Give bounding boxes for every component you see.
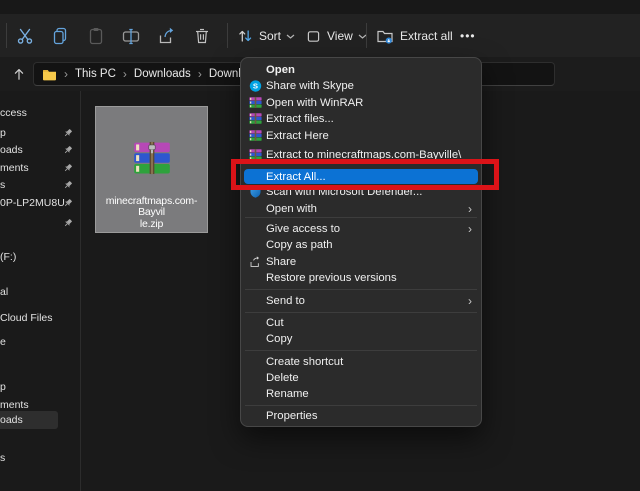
chevron-right-icon — [468, 222, 472, 236]
menu-separator — [245, 350, 477, 351]
view-icon — [305, 28, 322, 45]
winrar-icon — [249, 97, 262, 110]
navigate-up-button[interactable] — [8, 64, 30, 84]
pin-icon — [63, 128, 73, 138]
menu-separator — [245, 289, 477, 290]
toolbar-separator — [366, 23, 367, 48]
sidebar-item-documents[interactable]: ments — [0, 159, 78, 177]
menu-item-extract-files[interactable]: Extract files... — [241, 111, 481, 127]
menu-item-copy-as-path[interactable]: Copy as path — [241, 237, 481, 253]
winrar-icon — [249, 113, 262, 126]
toolbar-separator — [227, 23, 228, 48]
menu-item-copy[interactable]: Copy — [241, 331, 481, 347]
up-arrow-icon — [11, 66, 27, 82]
share-button[interactable] — [156, 25, 178, 47]
pin-icon — [63, 198, 73, 208]
sidebar-item-drive-f[interactable]: (F:) — [0, 248, 78, 266]
share-icon — [157, 26, 177, 46]
sidebar-item-pinned[interactable] — [0, 214, 78, 232]
breadcrumb-chevron-icon — [198, 68, 202, 80]
chevron-right-icon — [468, 294, 472, 308]
breadcrumb-chevron-icon — [64, 68, 68, 80]
extract-all-button[interactable]: Extract all — [373, 22, 455, 50]
menu-item-properties[interactable]: Properties — [241, 408, 481, 424]
copy-button[interactable] — [49, 25, 71, 47]
menu-item-create-shortcut[interactable]: Create shortcut — [241, 354, 481, 370]
context-menu: Open S Share with Skype Open with WinRAR… — [240, 57, 482, 427]
pin-icon — [63, 218, 73, 228]
sort-button[interactable]: Sort — [234, 22, 297, 50]
chevron-down-icon — [286, 33, 295, 40]
sidebar-item-desktop[interactable]: p — [0, 124, 78, 142]
sidebar-item-cloud-files[interactable]: Cloud Files — [0, 309, 78, 327]
sort-arrows-icon — [236, 27, 254, 45]
winrar-icon — [249, 130, 262, 143]
sidebar-item-downloads-selected[interactable]: oads — [0, 411, 58, 429]
menu-separator — [245, 312, 477, 313]
menu-item-delete[interactable]: Delete — [241, 370, 481, 386]
menu-item-open[interactable]: Open — [241, 62, 481, 78]
chevron-right-icon — [468, 202, 472, 216]
command-toolbar: Sort View Extract all ••• — [0, 14, 640, 58]
sidebar-item-downloads[interactable]: oads — [0, 141, 78, 159]
menu-item-give-access-to[interactable]: Give access to — [241, 221, 481, 237]
rename-icon — [121, 26, 141, 46]
menu-item-share-with-skype[interactable]: S Share with Skype — [241, 78, 481, 94]
extract-all-label: Extract all — [400, 29, 453, 43]
menu-item-restore-previous-versions[interactable]: Restore previous versions — [241, 270, 481, 286]
copy-icon — [50, 26, 70, 46]
annotation-red-box — [231, 159, 499, 190]
pin-icon — [63, 163, 73, 173]
skype-icon: S — [249, 80, 262, 93]
extract-folder-icon — [375, 26, 395, 46]
svg-text:S: S — [253, 82, 258, 91]
view-label: View — [327, 29, 353, 43]
clipboard-icon — [86, 26, 106, 46]
sidebar-item-quick-access[interactable]: ccess — [0, 104, 78, 122]
winrar-archive-icon — [133, 141, 171, 175]
file-name: minecraftmaps.com-Bayvil le.zip — [105, 194, 198, 230]
pin-icon — [63, 180, 73, 190]
file-explorer-window: Sort View Extract all ••• This PC Downlo… — [0, 0, 640, 491]
menu-item-open-with[interactable]: Open with — [241, 201, 481, 217]
menu-separator — [245, 217, 477, 218]
scissors-icon — [15, 26, 35, 46]
ellipsis-icon: ••• — [460, 29, 476, 43]
toolbar-separator — [6, 23, 7, 48]
menu-item-open-with-winrar[interactable]: Open with WinRAR — [241, 95, 481, 111]
sort-label: Sort — [259, 29, 282, 43]
rename-button[interactable] — [120, 25, 142, 47]
trash-icon — [192, 26, 212, 46]
view-button[interactable]: View — [303, 22, 369, 50]
menu-item-cut[interactable]: Cut — [241, 315, 481, 331]
menu-item-extract-here[interactable]: Extract Here — [241, 128, 481, 144]
menu-item-send-to[interactable]: Send to — [241, 293, 481, 309]
menu-separator — [245, 405, 477, 406]
sidebar-divider — [80, 91, 81, 491]
menu-item-rename[interactable]: Rename — [241, 386, 481, 402]
title-bar — [0, 0, 640, 14]
pin-icon — [63, 145, 73, 155]
share-icon — [249, 256, 262, 269]
file-item-zip[interactable]: minecraftmaps.com-Bayvil le.zip — [95, 106, 208, 233]
delete-button[interactable] — [191, 25, 213, 47]
sidebar-item-desktop-2[interactable]: p — [0, 378, 78, 396]
sidebar-item-onedrive[interactable]: e — [0, 333, 78, 351]
sidebar-item-local[interactable]: al — [0, 283, 78, 301]
sidebar-item-device[interactable]: 0P-LP2MU8U — [0, 194, 78, 212]
paste-button[interactable] — [85, 25, 107, 47]
more-options-button[interactable]: ••• — [458, 22, 478, 50]
sidebar-item-pictures[interactable]: s — [0, 176, 78, 194]
menu-item-share[interactable]: Share — [241, 254, 481, 270]
cut-button[interactable] — [14, 25, 36, 47]
breadcrumb-this-pc[interactable]: This PC — [75, 68, 116, 80]
breadcrumb-chevron-icon — [123, 68, 127, 80]
folder-icon — [42, 68, 57, 81]
sidebar-item-pictures-2[interactable]: s — [0, 449, 78, 467]
breadcrumb-downloads[interactable]: Downloads — [134, 68, 191, 80]
